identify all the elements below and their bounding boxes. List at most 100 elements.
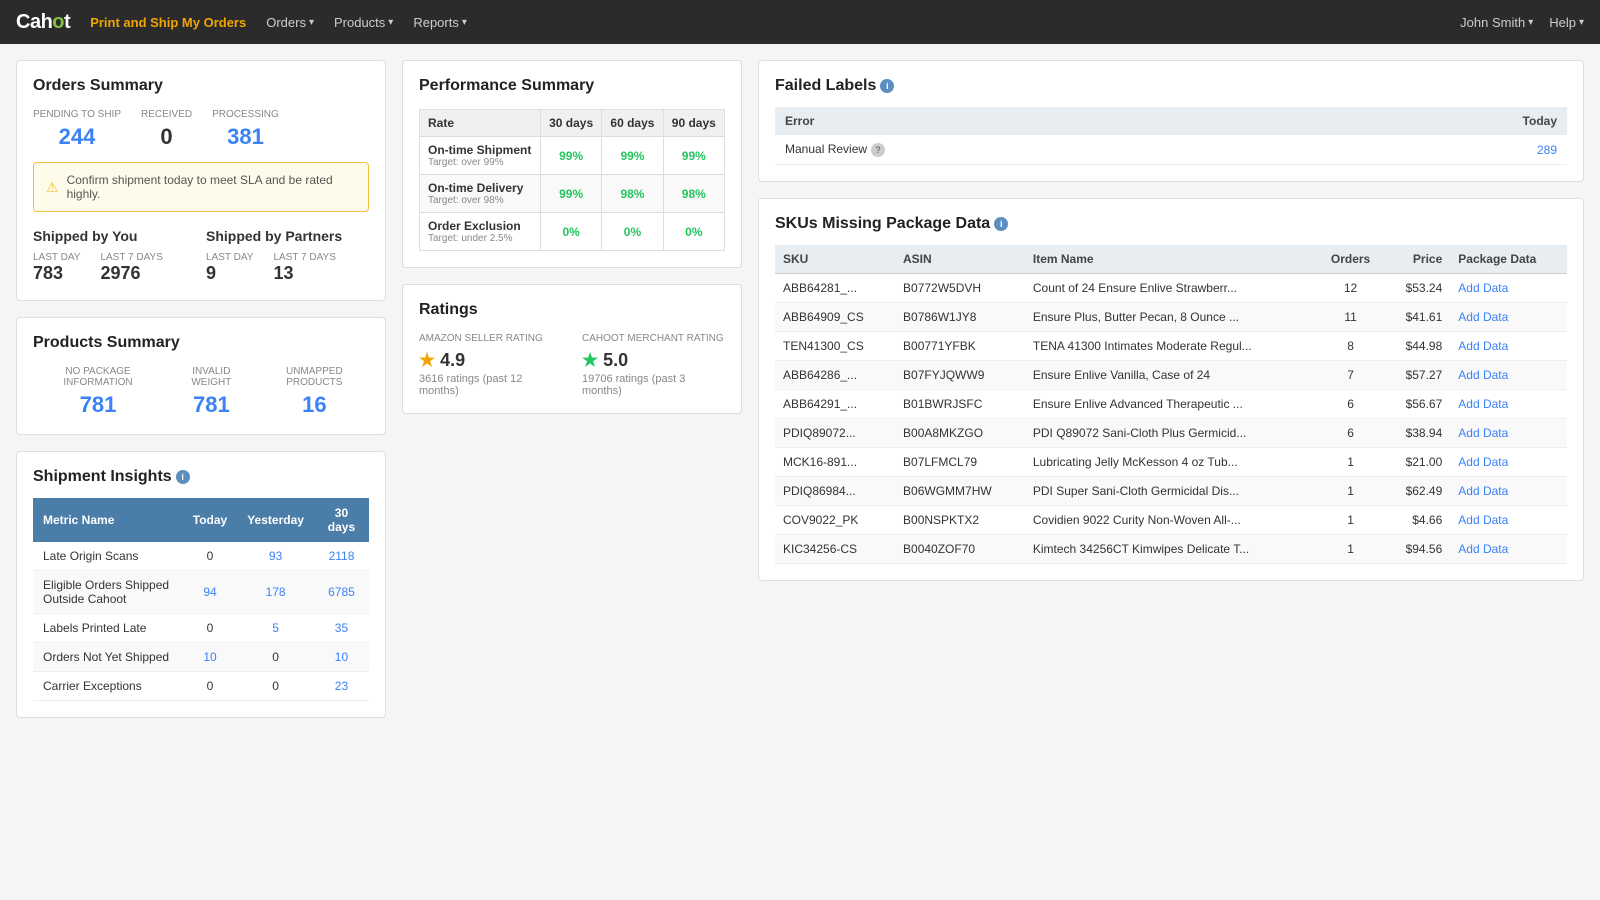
skus-missing-info-icon[interactable]: i [994, 217, 1008, 231]
add-data-link[interactable]: Add Data [1458, 426, 1508, 440]
help-dropdown-arrow: ▾ [1579, 17, 1584, 28]
insights-col-metric: Metric Name [33, 498, 183, 542]
shipped-you-last-day: LAST DAY 783 [33, 252, 80, 284]
app-logo[interactable]: Cahot [16, 11, 70, 34]
insights-yesterday-val: 0 [272, 650, 279, 664]
add-data-link[interactable]: Add Data [1458, 513, 1508, 527]
insights-today: 10 [183, 643, 237, 672]
add-data-link[interactable]: Add Data [1458, 484, 1508, 498]
shipment-insights-info-icon[interactable]: i [176, 470, 190, 484]
add-data-link[interactable]: Add Data [1458, 397, 1508, 411]
perf-header-row: Rate 30 days 60 days 90 days [420, 110, 725, 137]
perf-row: On-time Delivery Target: over 98% 99% 98… [420, 175, 725, 213]
add-data-link[interactable]: Add Data [1458, 310, 1508, 324]
skus-col-asin: ASIN [895, 245, 1025, 274]
insights-yesterday-link[interactable]: 5 [272, 621, 279, 635]
perf-90d-val: 99% [663, 137, 724, 175]
sku-add-data: Add Data [1450, 274, 1567, 303]
shipped-you-last-7: LAST 7 DAYS 2976 [100, 252, 162, 284]
insights-today: 0 [183, 672, 237, 701]
insights-30d-link[interactable]: 6785 [328, 585, 355, 599]
insights-metric-name: Eligible Orders Shipped Outside Cahoot [33, 571, 183, 614]
unmapped-label: UNMAPPED PRODUCTS [260, 366, 369, 388]
skus-col-name: Item Name [1025, 245, 1316, 274]
sku-orders: 7 [1316, 361, 1385, 390]
skus-row: ABB64286_... B07FYJQWW9 Ensure Enlive Va… [775, 361, 1567, 390]
add-data-link[interactable]: Add Data [1458, 542, 1508, 556]
shipped-by-you-title: Shipped by You [33, 228, 196, 244]
sku-orders: 11 [1316, 303, 1385, 332]
insights-30d-link[interactable]: 10 [335, 650, 348, 664]
sku-sku: ABB64291_... [775, 390, 895, 419]
received-value: 0 [160, 124, 172, 149]
perf-90d-val: 98% [663, 175, 724, 213]
amazon-rating-label: AMAZON SELLER RATING [419, 333, 562, 344]
manual-review-help-icon[interactable]: ? [871, 143, 885, 157]
insights-today-link[interactable]: 94 [203, 585, 216, 599]
insights-row: Orders Not Yet Shipped 10 0 10 [33, 643, 369, 672]
amazon-rating-sub: 3616 ratings (past 12 months) [419, 373, 562, 397]
insights-today-link[interactable]: 10 [203, 650, 216, 664]
no-package-label: NO PACKAGE INFORMATION [33, 366, 163, 388]
sku-add-data: Add Data [1450, 448, 1567, 477]
perf-row: Order Exclusion Target: under 2.5% 0% 0%… [420, 213, 725, 251]
add-data-link[interactable]: Add Data [1458, 455, 1508, 469]
failed-header-row: Error Today [775, 107, 1567, 135]
cahoot-rating-value: ★ 5.0 [582, 350, 725, 371]
skus-row: MCK16-891... B07LFMCL79 Lubricating Jell… [775, 448, 1567, 477]
insights-yesterday: 0 [237, 643, 314, 672]
nav-orders[interactable]: Orders ▾ [266, 15, 314, 30]
cahoot-rating-sub: 19706 ratings (past 3 months) [582, 373, 725, 397]
add-data-link[interactable]: Add Data [1458, 339, 1508, 353]
insights-yesterday-link[interactable]: 93 [269, 549, 282, 563]
failed-labels-title: Failed Labels i [775, 77, 1567, 95]
shipped-partners-lastday-value: 9 [206, 263, 253, 284]
skus-col-package-data: Package Data [1450, 245, 1567, 274]
perf-30d-val: 99% [540, 175, 601, 213]
insights-yesterday: 178 [237, 571, 314, 614]
perf-rate-label: On-time Shipment Target: over 99% [420, 137, 541, 175]
insights-30d-link[interactable]: 2118 [329, 549, 355, 563]
insights-30d-link[interactable]: 23 [335, 679, 348, 693]
cahoot-rating-label: CAHOOT MERCHANT RATING [582, 333, 725, 344]
add-data-link[interactable]: Add Data [1458, 368, 1508, 382]
failed-col-error: Error [775, 107, 1320, 135]
pending-label: PENDING TO SHIP [33, 109, 121, 120]
sku-name: PDI Q89072 Sani-Cloth Plus Germicid... [1025, 419, 1316, 448]
shipped-by-partners-stats: LAST DAY 9 LAST 7 DAYS 13 [206, 252, 369, 284]
insights-metric-name: Carrier Exceptions [33, 672, 183, 701]
nav-print-ship[interactable]: Print and Ship My Orders [90, 15, 246, 30]
shipment-alert: ⚠ Confirm shipment today to meet SLA and… [33, 162, 369, 212]
user-dropdown-arrow: ▾ [1528, 17, 1533, 28]
failed-labels-info-icon[interactable]: i [880, 79, 894, 93]
amazon-star-icon: ★ [419, 350, 435, 370]
navbar: Cahot Print and Ship My Orders Orders ▾ … [0, 0, 1600, 44]
products-stats: NO PACKAGE INFORMATION 781 INVALID WEIGH… [33, 366, 369, 418]
insights-row: Late Origin Scans 0 93 2118 [33, 542, 369, 571]
skus-row: KIC34256-CS B0040ZOF70 Kimtech 34256CT K… [775, 535, 1567, 564]
perf-60d-val: 99% [602, 137, 663, 175]
insights-yesterday-link[interactable]: 178 [266, 585, 286, 599]
insights-today: 94 [183, 571, 237, 614]
user-menu[interactable]: John Smith ▾ [1460, 15, 1533, 30]
sku-asin: B07FYJQWW9 [895, 361, 1025, 390]
sku-sku: PDIQ86984... [775, 477, 895, 506]
insights-30days: 2118 [314, 542, 369, 571]
perf-rate-label: Order Exclusion Target: under 2.5% [420, 213, 541, 251]
insights-yesterday: 93 [237, 542, 314, 571]
nav-reports[interactable]: Reports ▾ [413, 15, 467, 30]
nav-products[interactable]: Products ▾ [334, 15, 393, 30]
sku-price: $57.27 [1385, 361, 1450, 390]
sku-name: TENA 41300 Intimates Moderate Regul... [1025, 332, 1316, 361]
insights-30d-link[interactable]: 35 [335, 621, 348, 635]
shipped-by-partners-title: Shipped by Partners [206, 228, 369, 244]
alert-text: Confirm shipment today to meet SLA and b… [67, 173, 356, 201]
insights-30days: 10 [314, 643, 369, 672]
perf-60d-val: 0% [602, 213, 663, 251]
add-data-link[interactable]: Add Data [1458, 281, 1508, 295]
help-menu[interactable]: Help ▾ [1549, 15, 1584, 30]
skus-col-sku: SKU [775, 245, 895, 274]
sku-orders: 8 [1316, 332, 1385, 361]
sku-price: $62.49 [1385, 477, 1450, 506]
sku-orders: 1 [1316, 477, 1385, 506]
